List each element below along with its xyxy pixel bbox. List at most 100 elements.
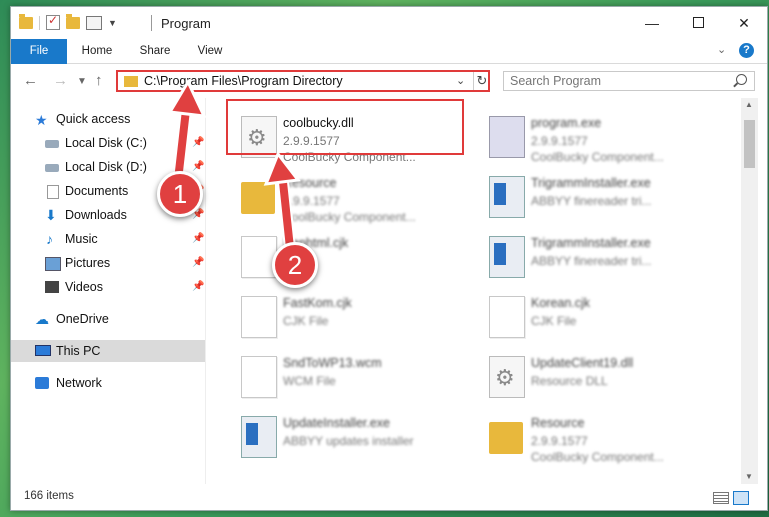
scrollbar-thumb[interactable] [744, 120, 755, 168]
app-icon [241, 416, 277, 458]
maximize-button[interactable] [675, 7, 721, 39]
new-folder-icon[interactable] [66, 13, 80, 29]
document-icon [47, 185, 59, 199]
download-icon: ⬇ [45, 207, 57, 223]
highlight-box [226, 99, 464, 155]
step-badge-1: 1 [157, 171, 203, 217]
file-type: CJK File [531, 314, 577, 328]
chevron-down-icon[interactable]: ⌄ [456, 74, 465, 87]
sidebar-item-quick-access[interactable]: ★ Quick access [11, 108, 205, 130]
file-item[interactable]: UpdateClient19.dll Resource DLL [479, 348, 719, 408]
search-icon[interactable] [736, 74, 747, 85]
star-icon: ★ [35, 112, 48, 128]
refresh-icon[interactable]: ↻ [473, 72, 490, 90]
address-path[interactable]: C:\Program Files\Program Directory [144, 74, 343, 88]
app-icon [489, 236, 525, 278]
file-icon [241, 236, 277, 278]
cloud-icon: ☁ [35, 311, 49, 327]
sidebar-item-local-disk-c[interactable]: Local Disk (C:) 📌 [11, 132, 205, 154]
file-name: program.exe [531, 116, 602, 130]
window-title: Program [161, 16, 211, 31]
file-type: WCM File [283, 374, 336, 388]
file-name: TrigrammInstaller.exe [531, 236, 651, 250]
sidebar-item-label: Local Disk (C:) [65, 136, 147, 150]
scroll-down-icon[interactable]: ▼ [745, 472, 753, 481]
address-bar[interactable]: C:\Program Files\Program Directory ⌄ ↻ [116, 70, 490, 92]
file-item[interactable]: Resource 2.9.9.1577 CoolBucky Component.… [231, 168, 471, 228]
tab-view[interactable]: View [186, 39, 234, 63]
details-view-icon[interactable] [713, 492, 729, 504]
search-box[interactable] [503, 71, 755, 91]
file-version: 2.9.9.1577 [531, 434, 588, 448]
expand-ribbon-icon[interactable]: ⌄ [717, 43, 726, 56]
sidebar-item-music[interactable]: ♪ Music 📌 [11, 228, 205, 250]
folder-icon[interactable] [19, 13, 33, 29]
file-item[interactable]: Danhtml.cjk [231, 228, 471, 288]
file-icon [489, 296, 525, 338]
recent-locations-icon[interactable]: ▼ [77, 76, 87, 87]
file-description: ABBYY finereader tri... [531, 254, 652, 268]
sidebar-item-onedrive[interactable]: ☁ OneDrive [11, 308, 205, 330]
pc-icon [35, 345, 51, 356]
pin-icon[interactable]: 📌 [192, 252, 204, 274]
file-name: Resource [283, 176, 337, 190]
file-name: UpdateClient19.dll [531, 356, 634, 370]
file-description: CoolBucky Component... [531, 150, 664, 164]
quick-access-toolbar: ▼ [19, 13, 117, 30]
divider [39, 15, 40, 30]
file-item[interactable]: program.exe 2.9.9.1577 CoolBucky Compone… [479, 108, 719, 168]
app-icon [489, 176, 525, 218]
file-item[interactable]: SndToWP13.wcm WCM File [231, 348, 471, 408]
search-input[interactable] [510, 73, 720, 88]
disk-icon [45, 164, 59, 172]
sidebar-item-label: Music [65, 232, 98, 246]
folder-icon [241, 182, 275, 214]
sidebar-item-label: Pictures [65, 256, 111, 270]
pin-icon[interactable]: 📌 [192, 228, 204, 250]
file-icon [241, 296, 277, 338]
sidebar-item-label: OneDrive [56, 312, 109, 326]
minimize-button[interactable]: — [629, 7, 675, 39]
file-name: FastKom.cjk [283, 296, 352, 310]
file-item[interactable]: UpdateInstaller.exe ABBYY updates instal… [231, 408, 471, 468]
file-item[interactable]: TrigrammInstaller.exe ABBYY finereader t… [479, 228, 719, 288]
properties-check-icon[interactable] [46, 13, 60, 30]
file-item[interactable]: Korean.cjk CJK File [479, 288, 719, 348]
pictures-icon [45, 257, 61, 271]
file-item[interactable]: Resource 2.9.9.1577 CoolBucky Component.… [479, 408, 719, 468]
file-description: CoolBucky Component... [283, 210, 416, 224]
sidebar-item-label: Documents [65, 184, 129, 198]
item-count: 166 items [24, 490, 74, 502]
sidebar-item-this-pc[interactable]: This PC [11, 340, 205, 362]
scroll-up-icon[interactable]: ▲ [745, 100, 753, 109]
up-arrow-icon[interactable]: ↑ [95, 72, 103, 89]
pin-icon[interactable]: 📌 [192, 132, 204, 154]
sidebar-item-pictures[interactable]: Pictures 📌 [11, 252, 205, 274]
file-version: 2.9.9.1577 [531, 134, 588, 148]
tab-home[interactable]: Home [73, 39, 121, 63]
tab-share[interactable]: Share [131, 39, 179, 63]
navigation-pane: ★ Quick access Local Disk (C:) 📌 Local D… [11, 98, 206, 484]
customize-icon[interactable] [86, 15, 102, 30]
file-description: ABBYY finereader tri... [531, 194, 652, 208]
vertical-scrollbar[interactable]: ▲ ▼ [741, 98, 758, 484]
close-button[interactable]: ✕ [721, 7, 767, 39]
file-name: TrigrammInstaller.exe [531, 176, 651, 190]
sidebar-item-label: Downloads [65, 208, 127, 222]
sidebar-item-network[interactable]: Network [11, 372, 205, 394]
forward-arrow-icon[interactable]: → [53, 72, 68, 89]
chevron-down-icon[interactable]: ▼ [108, 18, 117, 28]
folder-icon [124, 76, 138, 87]
file-item[interactable]: TrigrammInstaller.exe ABBYY finereader t… [479, 168, 719, 228]
file-item[interactable]: FastKom.cjk CJK File [231, 288, 471, 348]
back-arrow-icon[interactable]: ← [23, 72, 38, 89]
help-icon[interactable]: ? [739, 43, 754, 58]
sidebar-item-label: This PC [56, 344, 101, 358]
sidebar-item-label: Videos [65, 280, 103, 294]
pin-icon[interactable]: 📌 [192, 276, 204, 298]
file-icon [241, 356, 277, 398]
sidebar-item-videos[interactable]: Videos 📌 [11, 276, 205, 298]
tiles-view-icon[interactable] [733, 491, 749, 505]
navigation-bar: ← → ▼ ↑ C:\Program Files\Program Directo… [11, 64, 767, 98]
sidebar-item-label: Quick access [56, 112, 131, 126]
